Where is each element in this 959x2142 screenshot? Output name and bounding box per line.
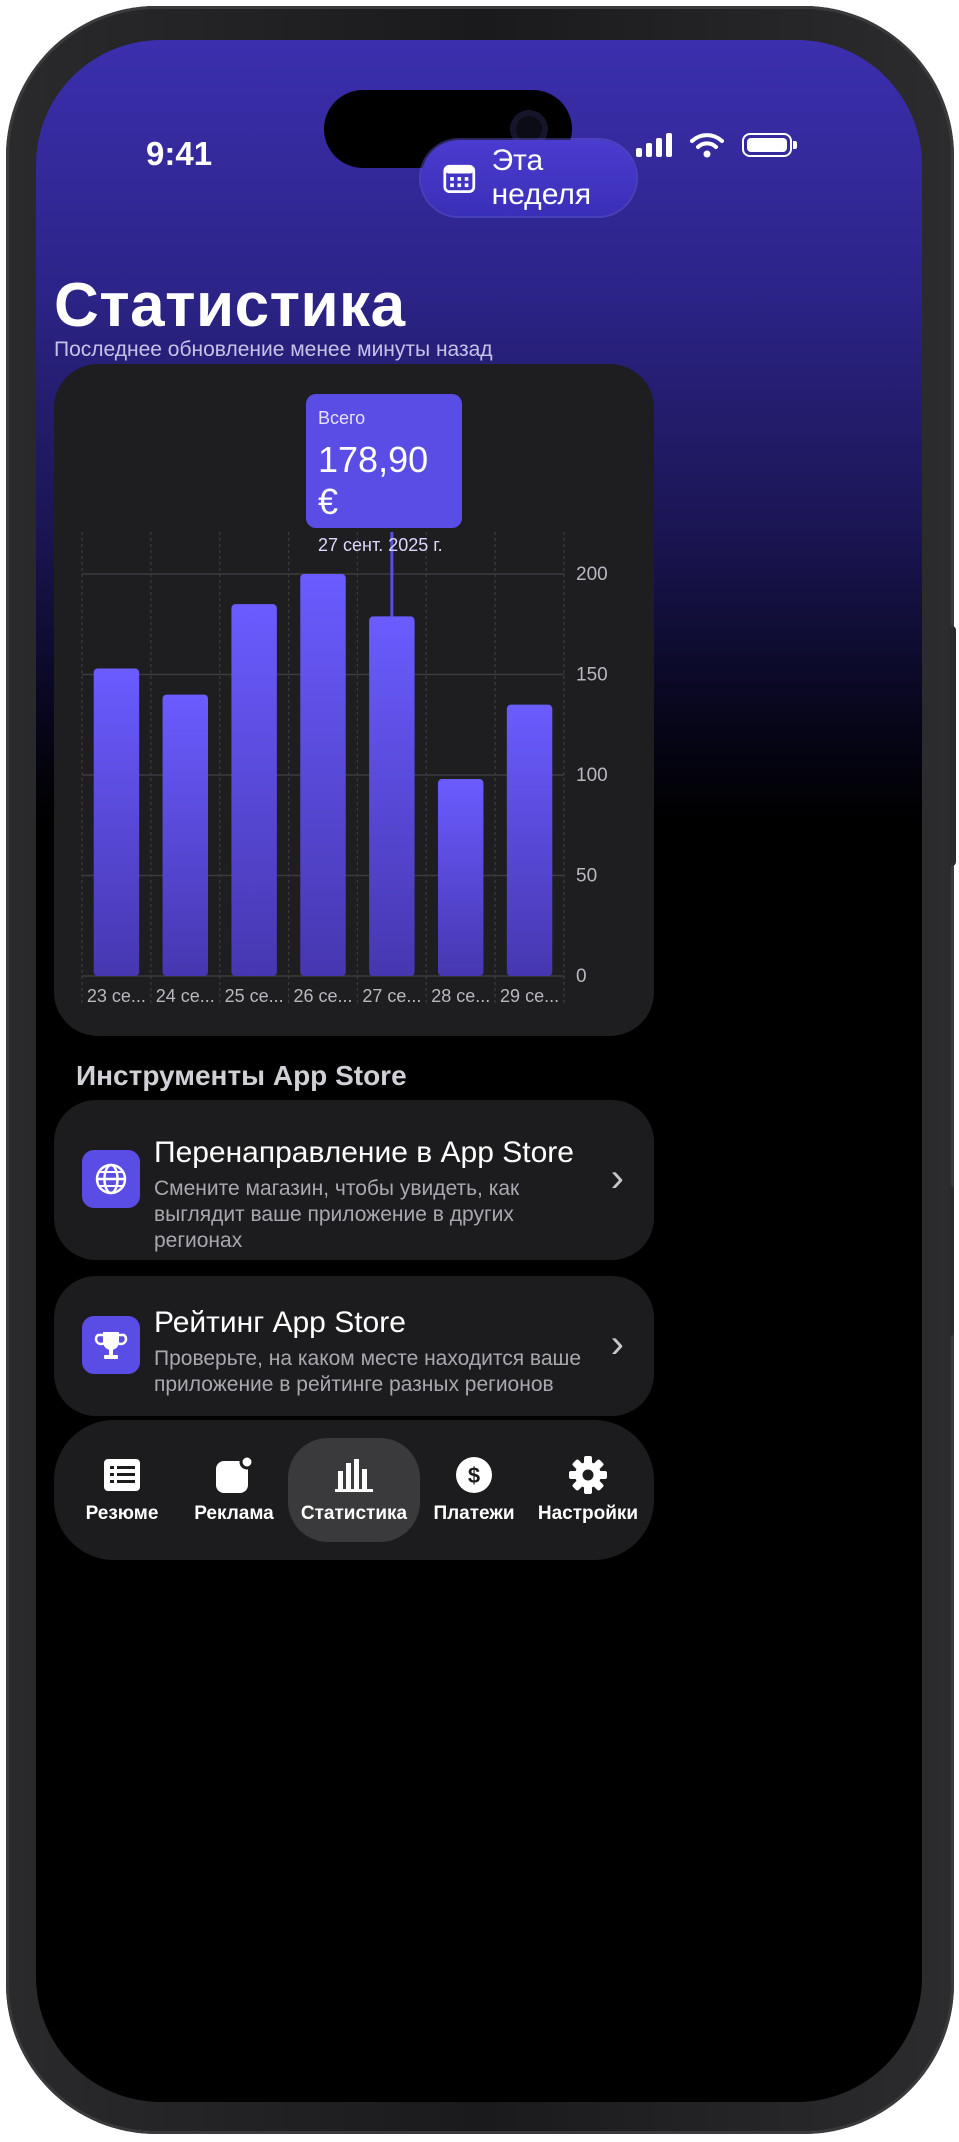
chart-bar[interactable] [369, 616, 415, 976]
gear-icon [568, 1455, 608, 1495]
signal-icon [636, 133, 672, 157]
chevron-right-icon: › [610, 1156, 624, 1200]
status-icons [636, 132, 797, 158]
page-title: Статистика [54, 271, 406, 340]
chart-bar[interactable] [93, 668, 140, 976]
tooltip-label: Всего [318, 408, 366, 428]
chart-bar[interactable] [437, 779, 484, 976]
battery-icon [742, 133, 797, 157]
chevron-right-icon: › [610, 1322, 624, 1366]
x-tick-label: 29 се... [500, 986, 559, 1006]
tooltip-date: 27 сент. 2025 г. [318, 535, 443, 555]
y-tick-label: 150 [576, 665, 608, 686]
revenue-chart-card: 23 се... 24 се... 25 се... 26 се... 27 се...… [54, 364, 654, 1036]
phone-frame: 9:41 Эта неделя Статистика Последнее обн… [6, 6, 956, 2134]
period-label: Эта неделя [491, 144, 592, 211]
tooltip-value: 178,90 € [318, 439, 429, 522]
app-store-ranking-card[interactable]: Рейтинг App Store Проверьте, на каком ме… [54, 1276, 654, 1416]
x-tick-label: 24 се... [156, 986, 215, 1006]
chart-icon [334, 1455, 374, 1495]
chart-bar[interactable] [162, 694, 209, 976]
tool-description: Проверьте, на каком месте находится ваше… [154, 1347, 582, 1396]
x-tick-label: 23 се... [87, 986, 146, 1006]
tab-statistics[interactable]: Статистика [288, 1438, 420, 1542]
app-store-redirect-card[interactable]: Перенаправление в App Store Смените мага… [54, 1100, 654, 1260]
trophy-icon [82, 1316, 140, 1374]
x-tick-label: 28 се... [431, 986, 490, 1006]
x-tick-label: 25 се... [225, 986, 284, 1006]
tool-title: Рейтинг App Store [154, 1306, 406, 1339]
tab-label: Статистика [300, 1503, 408, 1524]
status-time: 9:41 [146, 135, 213, 172]
power-button [948, 626, 956, 866]
tool-description: Смените магазин, чтобы увидеть, как выгл… [154, 1177, 520, 1252]
last-updated-text: Последнее обновление менее минуты назад [54, 338, 493, 361]
chart-tooltip: Всего 178,90 € 27 сент. 2025 г. [306, 394, 462, 555]
y-tick-label: 0 [576, 966, 587, 987]
screen: 9:41 Эта неделя Статистика Последнее обн… [36, 40, 922, 2102]
tab-label: Реклама [194, 1503, 274, 1524]
tab-bar: Резюме Реклама Статистика $ Платежи Наст… [54, 1420, 654, 1560]
tool-title: Перенаправление в App Store [154, 1136, 574, 1169]
side-button [948, 1186, 954, 1336]
y-tick-label: 100 [576, 765, 608, 786]
wifi-icon [690, 133, 724, 158]
tab-summary[interactable]: Резюме [62, 1420, 182, 1560]
chart-bar[interactable] [231, 604, 277, 976]
chart-bar[interactable] [300, 574, 346, 976]
y-tick-label: 50 [576, 866, 597, 887]
summary-icon [102, 1455, 142, 1495]
tools-section-title: Инструменты App Store [76, 1060, 407, 1091]
dollar-icon: $ [454, 1455, 494, 1495]
globe-icon [82, 1150, 140, 1208]
ads-icon [214, 1455, 254, 1495]
x-tick-label: 27 се... [362, 986, 421, 1006]
tab-ads[interactable]: Реклама [174, 1420, 294, 1560]
tab-label: Платежи [433, 1503, 515, 1524]
tab-label: Резюме [85, 1503, 159, 1524]
y-tick-label: 200 [576, 564, 608, 585]
x-tick-label: 26 се... [293, 986, 352, 1006]
chart-bar[interactable] [506, 704, 553, 976]
tab-label: Настройки [537, 1503, 639, 1524]
period-selector-button[interactable]: Эта неделя [421, 140, 636, 216]
svg-text:$: $ [468, 1463, 480, 1488]
calendar-icon [443, 164, 476, 193]
tab-settings[interactable]: Настройки [528, 1420, 648, 1560]
tab-payments[interactable]: $ Платежи [414, 1420, 534, 1560]
